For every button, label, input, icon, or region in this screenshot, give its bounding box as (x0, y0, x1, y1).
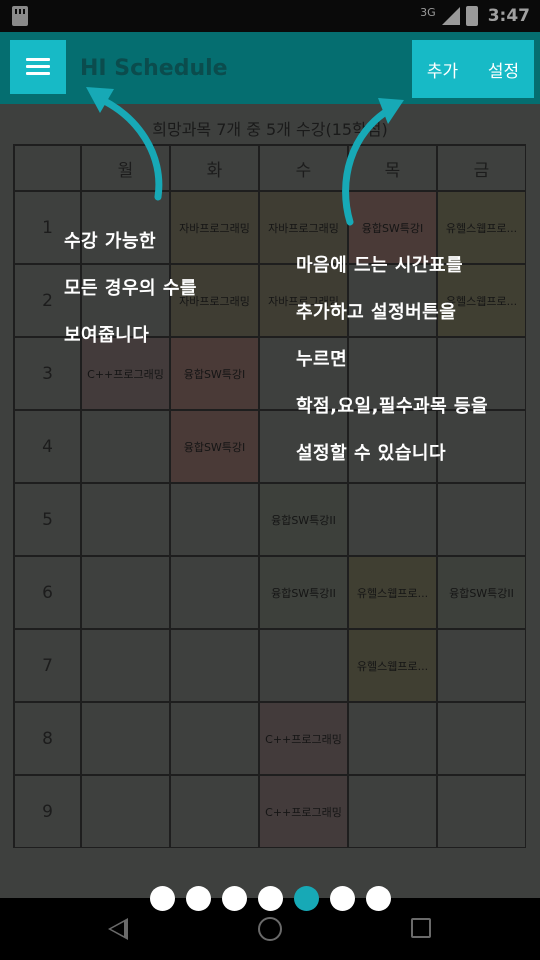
period-label: 5 (14, 483, 81, 556)
empty-cell[interactable] (437, 629, 526, 702)
course-cell[interactable]: C++프로그래밍 (259, 775, 348, 848)
course-cell[interactable]: 융합SW특강I (170, 410, 259, 483)
signal-icon (441, 7, 460, 25)
page-dot-active[interactable] (293, 886, 319, 911)
day-header: 금 (437, 145, 526, 191)
period-label: 4 (14, 410, 81, 483)
page-dot[interactable] (149, 886, 175, 911)
empty-cell[interactable] (437, 483, 526, 556)
sd-card-icon (12, 6, 28, 26)
empty-cell[interactable] (81, 702, 170, 775)
left-note-line: 모든 경우의 수를 (64, 278, 197, 299)
course-cell[interactable]: C++프로그래밍 (259, 702, 348, 775)
settings-button[interactable]: 설정 (488, 57, 519, 82)
day-header: 화 (170, 145, 259, 191)
back-icon[interactable] (108, 918, 128, 940)
empty-cell[interactable] (81, 629, 170, 702)
course-cell[interactable]: 융합SW특강II (259, 556, 348, 629)
left-arrow-icon (86, 87, 163, 201)
empty-cell[interactable] (437, 702, 526, 775)
page-dot[interactable] (365, 886, 391, 911)
empty-cell[interactable] (170, 629, 259, 702)
home-icon[interactable] (258, 917, 282, 941)
empty-cell[interactable] (170, 556, 259, 629)
course-cell[interactable]: 유헬스웹프로... (348, 556, 437, 629)
right-note-line: 학점,요일,필수과목 등을 (296, 396, 489, 417)
right-tutorial-note: 마음에 드는 시간표를 추가하고 설정버튼을 누르면 학점,요일,필수과목 등을… (296, 242, 488, 477)
add-button[interactable]: 추가 (427, 57, 458, 82)
empty-cell[interactable] (81, 775, 170, 848)
left-note-line: 보여줍니다 (64, 325, 150, 346)
right-note-line: 누르면 (296, 349, 348, 370)
clock: 3:47 (487, 6, 530, 26)
page-indicator (0, 886, 540, 914)
empty-cell[interactable] (170, 702, 259, 775)
menu-button[interactable] (10, 40, 66, 94)
recent-apps-icon[interactable] (411, 918, 431, 938)
right-note-line: 설정할 수 있습니다 (296, 443, 447, 464)
period-label: 8 (14, 702, 81, 775)
hamburger-icon (26, 58, 50, 76)
page-dot[interactable] (257, 886, 283, 911)
page-dot[interactable] (329, 886, 355, 911)
right-note-line: 마음에 드는 시간표를 (296, 255, 464, 276)
period-label: 7 (14, 629, 81, 702)
status-icons: 3G 3:47 (420, 4, 530, 28)
course-cell[interactable]: 융합SW특강II (437, 556, 526, 629)
status-bar: 3G 3:47 (0, 0, 540, 32)
left-note-line: 수강 가능한 (64, 231, 157, 252)
period-label: 6 (14, 556, 81, 629)
empty-cell[interactable] (348, 702, 437, 775)
empty-cell[interactable] (348, 775, 437, 848)
empty-cell[interactable] (259, 629, 348, 702)
battery-icon (465, 6, 478, 26)
empty-cell[interactable] (81, 410, 170, 483)
empty-cell[interactable] (170, 775, 259, 848)
empty-cell[interactable] (170, 483, 259, 556)
empty-cell[interactable] (81, 556, 170, 629)
network-type: 3G (420, 5, 436, 19)
empty-cell[interactable] (81, 483, 170, 556)
page-dot[interactable] (185, 886, 211, 911)
grid-corner (14, 145, 81, 191)
right-arrow-icon (342, 98, 404, 226)
empty-cell[interactable] (437, 775, 526, 848)
right-note-line: 추가하고 설정버튼을 (296, 302, 457, 323)
course-cell[interactable]: 융합SW특강II (259, 483, 348, 556)
action-bar-buttons: 추가 설정 (412, 40, 534, 98)
empty-cell[interactable] (348, 483, 437, 556)
course-cell[interactable]: 유헬스웹프로... (348, 629, 437, 702)
page-dot[interactable] (221, 886, 247, 911)
period-label: 9 (14, 775, 81, 848)
left-tutorial-note: 수강 가능한 모든 경우의 수를 보여줍니다 (64, 218, 197, 359)
